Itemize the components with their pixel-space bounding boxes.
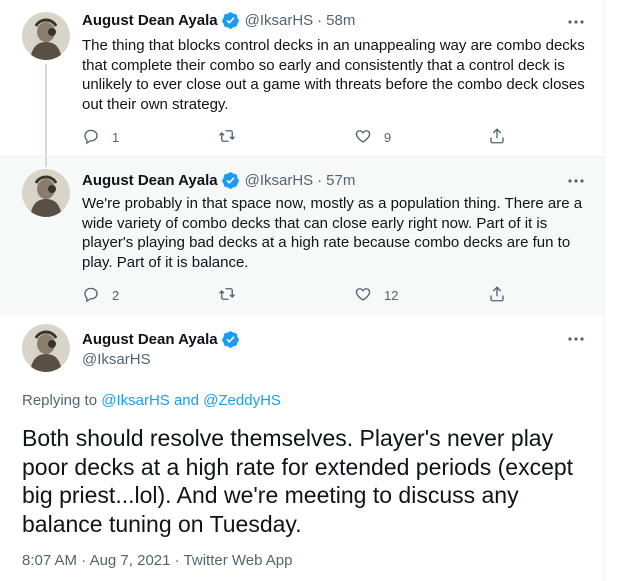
like-button[interactable]: 12: [354, 285, 398, 306]
retweet-button[interactable]: [218, 285, 236, 306]
author-row: August Dean Ayala @IksarHS · 57m: [82, 170, 355, 190]
avatar-image: [22, 169, 70, 217]
reply-button[interactable]: 1: [82, 127, 119, 148]
separator-dot: ·: [317, 11, 323, 29]
tweet-text: We're probably in that space now, mostly…: [82, 195, 583, 271]
tweet-actions: 2 12: [82, 285, 522, 305]
author-name[interactable]: August Dean Ayala: [82, 172, 218, 189]
reply-user-link[interactable]: @IksarHS: [101, 392, 170, 409]
reply-count: 1: [112, 130, 120, 145]
author-name[interactable]: August Dean Ayala: [82, 12, 218, 29]
author-handle[interactable]: @IksarHS: [245, 12, 314, 29]
tweet-source[interactable]: Twitter Web App: [184, 552, 293, 569]
like-button[interactable]: 9: [354, 127, 391, 148]
share-icon: [488, 127, 506, 148]
tweet-metadata: 8:07 AM · Aug 7, 2021 · Twitter Web App: [22, 552, 293, 569]
author-name[interactable]: August Dean Ayala: [82, 331, 218, 348]
replying-label: Replying to: [22, 392, 98, 409]
more-icon[interactable]: [566, 171, 586, 191]
like-count: 9: [384, 130, 392, 145]
avatar[interactable]: [22, 169, 70, 217]
more-icon[interactable]: [566, 12, 586, 32]
tweet-date[interactable]: Aug 7, 2021: [90, 552, 171, 569]
reply-button[interactable]: 2: [82, 285, 119, 306]
tweet-actions: 1 9: [82, 127, 522, 147]
reply-user-link[interactable]: @ZeddyHS: [203, 392, 281, 409]
share-icon: [488, 285, 506, 306]
separator-dot: ·: [317, 171, 323, 189]
main-author-row: August Dean Ayala: [82, 330, 240, 349]
reply-icon: [82, 285, 100, 306]
tweet-time[interactable]: 57m: [326, 172, 355, 189]
tweet-thread: August Dean Ayala @IksarHS · 58m The thi…: [0, 0, 605, 581]
thread-connector-top: [45, 157, 47, 167]
tweet-text: The thing that blocks control decks in a…: [82, 37, 585, 113]
tweet-timestamp[interactable]: 8:07 AM: [22, 552, 77, 569]
avatar[interactable]: [22, 324, 70, 372]
separator-dot: ·: [81, 552, 87, 569]
verified-badge-icon: [221, 171, 240, 190]
like-icon: [354, 285, 372, 306]
tweet-time[interactable]: 58m: [326, 12, 355, 29]
share-button[interactable]: [488, 127, 506, 148]
verified-badge-icon: [221, 11, 240, 30]
reply-count: 2: [112, 288, 120, 303]
avatar-image: [22, 12, 70, 60]
like-icon: [354, 127, 372, 148]
retweet-icon: [218, 127, 236, 148]
retweet-icon: [218, 285, 236, 306]
reply-icon: [82, 127, 100, 148]
share-button[interactable]: [488, 285, 506, 306]
more-icon[interactable]: [566, 329, 586, 349]
separator-dot: ·: [174, 552, 180, 569]
author-handle[interactable]: @IksarHS: [82, 351, 151, 368]
tweet-2[interactable]: August Dean Ayala @IksarHS · 57m We're p…: [0, 156, 604, 316]
avatar[interactable]: [22, 12, 70, 60]
author-handle[interactable]: @IksarHS: [245, 172, 314, 189]
thread-connector: [45, 64, 47, 156]
main-tweet-text: Both should resolve themselves. Player's…: [22, 425, 574, 537]
replying-to: Replying to @IksarHS and @ZeddyHS: [22, 392, 281, 409]
reply-and: and: [173, 392, 199, 409]
author-row: August Dean Ayala @IksarHS · 58m: [82, 10, 355, 30]
tweet-1[interactable]: August Dean Ayala @IksarHS · 58m The thi…: [0, 0, 604, 156]
like-count: 12: [384, 288, 399, 303]
verified-badge-icon: [221, 330, 240, 349]
retweet-button[interactable]: [218, 127, 236, 148]
avatar-image: [22, 324, 70, 372]
